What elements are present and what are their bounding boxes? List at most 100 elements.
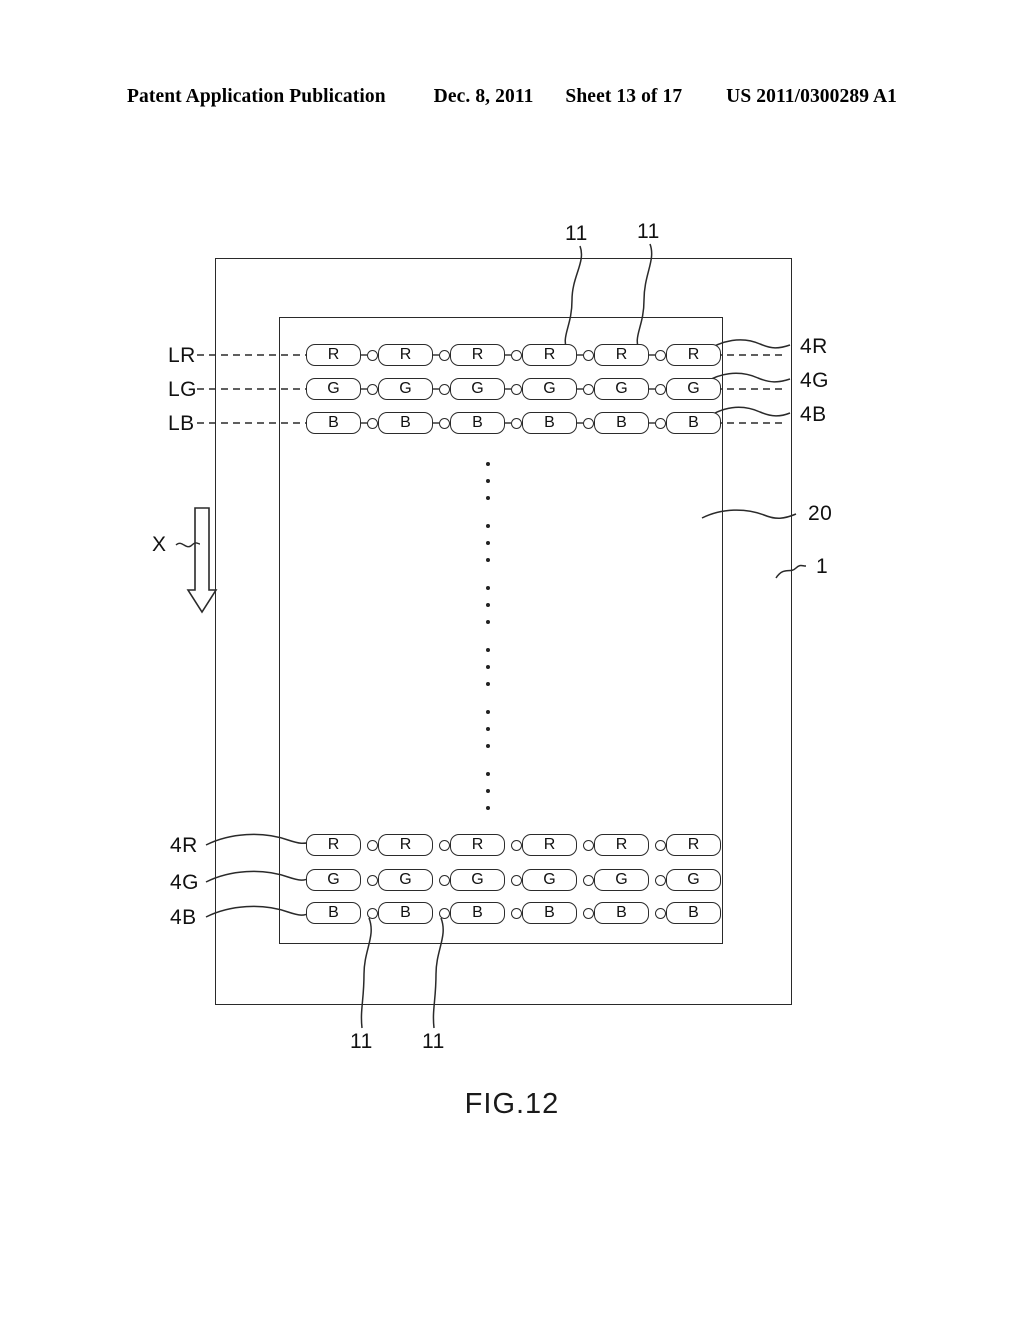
ellipsis-dot [486, 496, 490, 500]
pixel-cell-g: G [378, 378, 433, 400]
connection-node [655, 839, 666, 851]
page-header: Patent Application Publication Dec. 8, 2… [0, 86, 1024, 108]
connection-node [367, 839, 378, 851]
header-sheet: Sheet 13 of 17 [565, 86, 683, 107]
ellipsis-dot [486, 586, 490, 590]
ref-label-4G-right: 4G [800, 369, 830, 392]
ellipsis-dot [486, 620, 490, 624]
ref-label-4B-bottom: 4B [170, 906, 197, 929]
x-direction-arrow [186, 507, 218, 614]
connection-node [439, 907, 450, 919]
ref-label-4G-bottom: 4G [170, 871, 200, 894]
ellipsis-dot [486, 789, 490, 793]
pixel-cell-b: B [522, 412, 577, 434]
line-label-LG: LG [168, 378, 198, 401]
pixel-cell-b: B [306, 412, 361, 434]
ellipsis-dot [486, 524, 490, 528]
connection-node [511, 874, 522, 886]
pixel-cell-g: G [666, 869, 721, 891]
pixel-cell-g: G [306, 378, 361, 400]
ref-label-4R-right: 4R [800, 335, 828, 358]
ellipsis-dot [486, 682, 490, 686]
connection-node [655, 349, 666, 361]
ref-label-20: 20 [808, 502, 833, 525]
connection-node [439, 839, 450, 851]
pixel-cell-b: B [594, 902, 649, 924]
ref-label-11-top-a: 11 [565, 222, 588, 245]
ellipsis-dot [486, 772, 490, 776]
pixel-cell-r: R [378, 344, 433, 366]
connection-node [439, 417, 450, 429]
ref-label-11-bottom-a: 11 [350, 1030, 373, 1053]
pixel-cell-r: R [594, 344, 649, 366]
line-label-LB: LB [168, 412, 195, 435]
connection-node [511, 839, 522, 851]
ellipsis-dot [486, 541, 490, 545]
pixel-cell-g: G [450, 869, 505, 891]
connection-node [655, 874, 666, 886]
pixel-cell-g: G [522, 869, 577, 891]
ellipsis-dot [486, 558, 490, 562]
connection-node [583, 349, 594, 361]
ellipsis-dot [486, 648, 490, 652]
ref-label-1: 1 [816, 555, 829, 578]
pixel-cell-r: R [666, 344, 721, 366]
connection-node [511, 907, 522, 919]
pixel-cell-b: B [378, 902, 433, 924]
pixel-cell-g: G [666, 378, 721, 400]
connection-node [367, 349, 378, 361]
ref-label-4R-bottom: 4R [170, 834, 198, 857]
pixel-cell-r: R [594, 834, 649, 856]
ref-label-11-bottom-b: 11 [422, 1030, 445, 1053]
pixel-cell-r: R [522, 834, 577, 856]
pixel-cell-r: R [378, 834, 433, 856]
ellipsis-dot [486, 727, 490, 731]
connection-node [511, 349, 522, 361]
ellipsis-dot [486, 479, 490, 483]
pixel-cell-g: G [306, 869, 361, 891]
header-publication: Patent Application Publication [127, 86, 386, 107]
pixel-cell-b: B [522, 902, 577, 924]
pixel-cell-g: G [522, 378, 577, 400]
pixel-cell-b: B [306, 902, 361, 924]
ref-label-11-top-b: 11 [637, 220, 660, 243]
line-label-LR: LR [168, 344, 196, 367]
pixel-cell-r: R [450, 344, 505, 366]
ellipsis-dot [486, 806, 490, 810]
connection-node [583, 417, 594, 429]
ellipsis-dot [486, 744, 490, 748]
connection-node [367, 417, 378, 429]
connection-node [367, 907, 378, 919]
connection-node [583, 874, 594, 886]
pixel-cell-r: R [666, 834, 721, 856]
pixel-cell-r: R [450, 834, 505, 856]
pixel-cell-g: G [594, 378, 649, 400]
pixel-cell-b: B [378, 412, 433, 434]
connection-node [583, 907, 594, 919]
connection-node [655, 417, 666, 429]
ellipsis-dot [486, 665, 490, 669]
connection-node [583, 383, 594, 395]
connection-node [655, 383, 666, 395]
pixel-cell-b: B [594, 412, 649, 434]
pixel-cell-r: R [306, 344, 361, 366]
pixel-cell-r: R [522, 344, 577, 366]
connection-node [367, 874, 378, 886]
header-date: Dec. 8, 2011 [433, 86, 534, 107]
pixel-cell-g: G [378, 869, 433, 891]
axis-label-x: X [152, 533, 167, 556]
ellipsis-dot [486, 710, 490, 714]
x-label-leader [175, 542, 201, 548]
pixel-cell-b: B [450, 902, 505, 924]
connection-node [511, 383, 522, 395]
connection-node [439, 383, 450, 395]
pixel-cell-b: B [666, 412, 721, 434]
patent-drawing-page: Patent Application Publication Dec. 8, 2… [0, 0, 1024, 1320]
ellipsis-dot [486, 462, 490, 466]
header-document-number: US 2011/0300289 A1 [726, 86, 897, 107]
connection-node [655, 907, 666, 919]
connection-node [367, 383, 378, 395]
connection-node [583, 839, 594, 851]
connection-node [439, 349, 450, 361]
pixel-cell-b: B [450, 412, 505, 434]
